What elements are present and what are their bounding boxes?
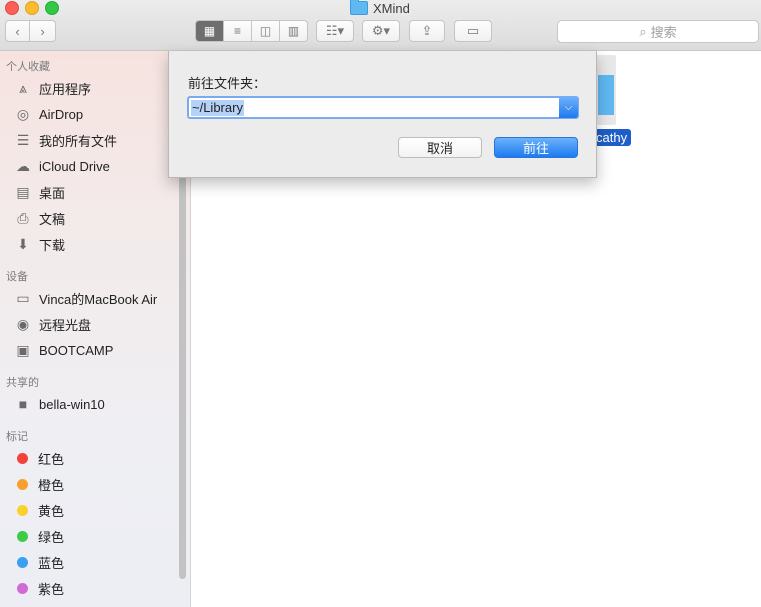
- view-mode-segmented-control: ▦ ≡ ◫ ▥: [195, 20, 308, 42]
- sidebar-tag-blue[interactable]: 蓝色: [14, 551, 64, 573]
- sidebar-tag-red[interactable]: 红色: [14, 447, 64, 469]
- laptop-icon: ▭: [16, 289, 30, 306]
- gear-icon: ⚙▾: [371, 23, 391, 38]
- tag-icon: ▭: [466, 23, 480, 38]
- sidebar-item-label: 下载: [39, 237, 66, 253]
- sidebar-item-label: bella-win10: [39, 396, 105, 412]
- sidebar-item-label: 橙色: [38, 477, 65, 493]
- sidebar-item-airdrop[interactable]: ◎ AirDrop: [14, 103, 83, 125]
- window-title: XMind: [350, 0, 410, 16]
- sidebar-item-bella-win10[interactable]: ■ bella-win10: [14, 393, 105, 415]
- go-to-folder-dialog: 前往文件夹： ~/Library ⌵ 取消 前往: [168, 51, 597, 178]
- cancel-button[interactable]: 取消: [398, 137, 482, 158]
- sidebar-item-label: 紫色: [38, 581, 65, 597]
- grid-icon: ▦: [203, 24, 216, 38]
- sidebar-tag-orange[interactable]: 橙色: [14, 473, 64, 495]
- folder-path-input[interactable]: ~/Library ⌵: [187, 96, 579, 119]
- sidebar-item-documents[interactable]: ⎙ 文稿: [14, 207, 65, 229]
- sidebar: 个人收藏 ⩓ 应用程序 ◎ AirDrop ☰ 我的所有文件 ☁ iCloud …: [0, 51, 191, 607]
- sidebar-item-label: BOOTCAMP: [39, 342, 114, 358]
- sidebar-item-label: iCloud Drive: [39, 158, 110, 174]
- chevron-down-icon: ⌵: [564, 102, 573, 113]
- search-placeholder: 搜索: [650, 25, 677, 40]
- column-view-button[interactable]: ◫: [252, 21, 280, 41]
- sidebar-item-label: 绿色: [38, 529, 65, 545]
- zoom-window-button[interactable]: [45, 1, 59, 15]
- search-icon: ⌕: [639, 23, 647, 39]
- sidebar-tag-green[interactable]: 绿色: [14, 525, 64, 547]
- cloud-icon: ☁: [16, 157, 30, 174]
- folder-path-value: ~/Library: [191, 99, 244, 116]
- sidebar-item-downloads[interactable]: ⬇ 下载: [14, 233, 65, 255]
- sidebar-item-desktop[interactable]: ▤ 桌面: [14, 181, 65, 203]
- sidebar-item-label: 应用程序: [39, 81, 92, 97]
- sidebar-item-macbook[interactable]: ▭ Vinca的MacBook Air: [14, 287, 157, 309]
- orange-tag-icon: [17, 478, 28, 490]
- sidebar-item-label: 文稿: [39, 211, 66, 227]
- search-field[interactable]: ⌕ 搜索: [557, 20, 759, 43]
- folder-icon: [350, 0, 368, 15]
- sidebar-section-shared: 共享的: [6, 377, 39, 389]
- folder-icon[interactable]: [596, 55, 616, 125]
- dialog-label: 前往文件夹：: [188, 76, 267, 91]
- tags-button[interactable]: ▭: [454, 20, 492, 42]
- sidebar-item-icloud-drive[interactable]: ☁ iCloud Drive: [14, 155, 110, 177]
- monitor-icon: ■: [18, 396, 28, 412]
- sidebar-tag-purple[interactable]: 紫色: [14, 577, 64, 599]
- disc-icon: ◉: [16, 315, 30, 332]
- applications-icon: ⩓: [19, 79, 27, 96]
- window-title-text: XMind: [373, 0, 410, 16]
- action-button[interactable]: ⚙▾: [362, 20, 400, 42]
- back-button[interactable]: ‹: [5, 20, 30, 42]
- close-window-button[interactable]: [5, 1, 19, 15]
- sidebar-item-label: Vinca的MacBook Air: [39, 291, 158, 307]
- chevron-right-icon: ›: [40, 23, 45, 39]
- sidebar-item-label: 蓝色: [38, 555, 65, 571]
- green-tag-icon: [17, 530, 28, 542]
- minimize-window-button[interactable]: [25, 1, 39, 15]
- red-tag-icon: [17, 452, 28, 464]
- documents-icon: ⎙: [17, 209, 29, 226]
- sidebar-item-bootcamp[interactable]: ▣ BOOTCAMP: [14, 339, 113, 361]
- list-view-button[interactable]: ≡: [224, 21, 252, 41]
- arrange-grid-icon: ☷▾: [325, 23, 345, 38]
- cover-flow-view-button[interactable]: ▥: [280, 21, 307, 41]
- window-toolbar: XMind ‹ › ▦ ≡ ◫ ▥ ☷▾ ⚙▾ ⇪ ▭ ⌕ 搜索: [0, 0, 761, 51]
- chevron-left-icon: ‹: [15, 23, 20, 39]
- sidebar-item-remote-disc[interactable]: ◉ 远程光盘: [14, 313, 91, 335]
- sidebar-item-label: 我的所有文件: [39, 133, 118, 149]
- go-button[interactable]: 前往: [494, 137, 578, 158]
- sidebar-section-devices: 设备: [6, 271, 28, 283]
- sidebar-tag-yellow[interactable]: 黄色: [14, 499, 64, 521]
- sidebar-section-favorites: 个人收藏: [6, 61, 50, 73]
- sidebar-section-tags: 标记: [6, 431, 28, 443]
- airdrop-icon: ◎: [16, 105, 30, 122]
- sidebar-item-all-files[interactable]: ☰ 我的所有文件: [14, 129, 117, 151]
- sidebar-item-label: 桌面: [39, 185, 66, 201]
- drive-icon: ▣: [16, 341, 30, 358]
- sidebar-item-applications[interactable]: ⩓ 应用程序: [14, 77, 91, 99]
- all-files-icon: ☰: [16, 131, 30, 148]
- sidebar-item-label: 远程光盘: [39, 317, 92, 333]
- columns-icon: ◫: [259, 24, 272, 38]
- arrange-button[interactable]: ☷▾: [316, 20, 354, 42]
- sidebar-item-label: 红色: [38, 451, 65, 467]
- desktop-icon: ▤: [16, 183, 30, 200]
- sidebar-item-label: AirDrop: [39, 106, 84, 122]
- forward-button[interactable]: ›: [30, 20, 56, 42]
- yellow-tag-icon: [17, 504, 28, 516]
- sidebar-scrollbar[interactable]: [179, 142, 186, 579]
- icon-view-button[interactable]: ▦: [196, 21, 224, 41]
- sidebar-item-label: 黄色: [38, 503, 65, 519]
- blue-tag-icon: [17, 556, 28, 568]
- path-history-dropdown[interactable]: ⌵: [559, 97, 578, 118]
- purple-tag-icon: [17, 582, 28, 594]
- download-icon: ⬇: [17, 235, 29, 252]
- cover-flow-icon: ▥: [287, 24, 300, 38]
- list-icon: ≡: [233, 24, 241, 38]
- share-button[interactable]: ⇪: [409, 20, 445, 42]
- share-icon: ⇪: [421, 23, 433, 38]
- selected-folder-label[interactable]: cathy: [594, 129, 632, 146]
